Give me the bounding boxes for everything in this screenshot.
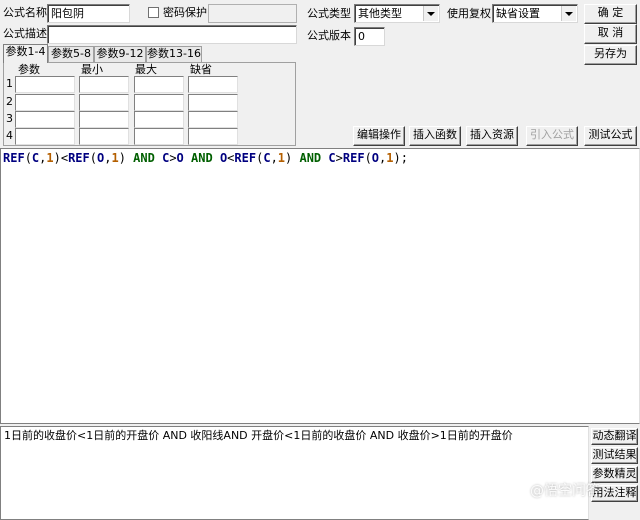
formula-name-input[interactable]: 阳包阴 — [47, 4, 130, 23]
formula-version-label: 公式版本 — [307, 29, 351, 42]
fq-select[interactable]: 缺省设置 — [492, 4, 578, 23]
formula-type-label: 公式类型 — [307, 7, 351, 20]
param-1-name-input[interactable] — [15, 76, 75, 93]
formula-code-text: REF(C,1)<REF(O,1) AND C>O AND O<REF(C,1)… — [3, 151, 408, 165]
ok-button[interactable]: 确 定 — [584, 4, 637, 24]
chevron-down-icon[interactable] — [423, 6, 438, 21]
edit-operation-button[interactable]: 编辑操作 — [353, 126, 405, 146]
param-3-min-input[interactable] — [79, 111, 129, 128]
import-formula-button[interactable]: 引入公式 — [526, 126, 578, 146]
insert-resource-button[interactable]: 插入资源 — [466, 126, 518, 146]
formula-type-value: 其他类型 — [358, 7, 402, 20]
param-1-default-input[interactable] — [188, 76, 238, 93]
fq-value: 缺省设置 — [496, 7, 540, 20]
watermark-text: @悟空问答 — [530, 483, 600, 499]
formula-type-select[interactable]: 其他类型 — [354, 4, 440, 23]
param-4-default-input[interactable] — [188, 128, 238, 145]
chevron-down-icon[interactable] — [561, 6, 576, 21]
formula-code-editor[interactable]: REF(C,1)<REF(O,1) AND C>O AND O<REF(C,1)… — [0, 148, 640, 424]
param-header-min: 最小 — [81, 63, 103, 76]
param-3-max-input[interactable] — [134, 111, 184, 128]
param-header-max: 最大 — [135, 63, 157, 76]
param-header-default: 缺省 — [190, 63, 212, 76]
param-4-name-input[interactable] — [15, 128, 75, 145]
param-row-label: 4 — [6, 129, 13, 142]
param-1-min-input[interactable] — [79, 76, 129, 93]
param-2-default-input[interactable] — [188, 94, 238, 111]
param-2-max-input[interactable] — [134, 94, 184, 111]
password-input — [208, 4, 297, 23]
tab-params-13-16[interactable]: 参数13-16 — [146, 46, 202, 62]
formula-desc-label: 公式描述 — [3, 27, 47, 40]
param-row-label: 3 — [6, 112, 13, 125]
param-3-default-input[interactable] — [188, 111, 238, 128]
save-as-button[interactable]: 另存为 — [584, 45, 637, 65]
password-protect-checkbox[interactable] — [148, 7, 159, 18]
param-row-label: 1 — [6, 77, 13, 90]
fq-label: 使用复权 — [447, 7, 491, 20]
cancel-button[interactable]: 取 消 — [584, 24, 637, 44]
param-panel: 参数 最小 最大 缺省 1 2 3 4 — [3, 62, 296, 146]
formula-translation-text[interactable]: 1日前的收盘价<1日前的开盘价 AND 收阳线AND 开盘价<1日前的收盘价 A… — [0, 426, 589, 520]
tab-params-9-12[interactable]: 参数9-12 — [94, 46, 146, 62]
insert-function-button[interactable]: 插入函数 — [409, 126, 461, 146]
formula-desc-input[interactable] — [47, 25, 297, 44]
formula-name-label: 公式名称 — [3, 6, 47, 19]
param-1-max-input[interactable] — [134, 76, 184, 93]
dynamic-translate-button[interactable]: 动态翻译 — [591, 428, 638, 445]
param-header-name: 参数 — [18, 63, 40, 76]
param-2-min-input[interactable] — [79, 94, 129, 111]
param-row-label: 2 — [6, 95, 13, 108]
password-protect-label: 密码保护 — [163, 6, 207, 19]
param-2-name-input[interactable] — [15, 94, 75, 111]
param-3-name-input[interactable] — [15, 111, 75, 128]
test-formula-button[interactable]: 测试公式 — [584, 126, 637, 146]
tab-params-1-4[interactable]: 参数1-4 — [3, 44, 48, 63]
param-4-max-input[interactable] — [134, 128, 184, 145]
tab-params-5-8[interactable]: 参数5-8 — [48, 46, 94, 62]
param-4-min-input[interactable] — [79, 128, 129, 145]
formula-version-input[interactable]: 0 — [354, 27, 385, 46]
test-result-button[interactable]: 测试结果 — [591, 447, 638, 464]
